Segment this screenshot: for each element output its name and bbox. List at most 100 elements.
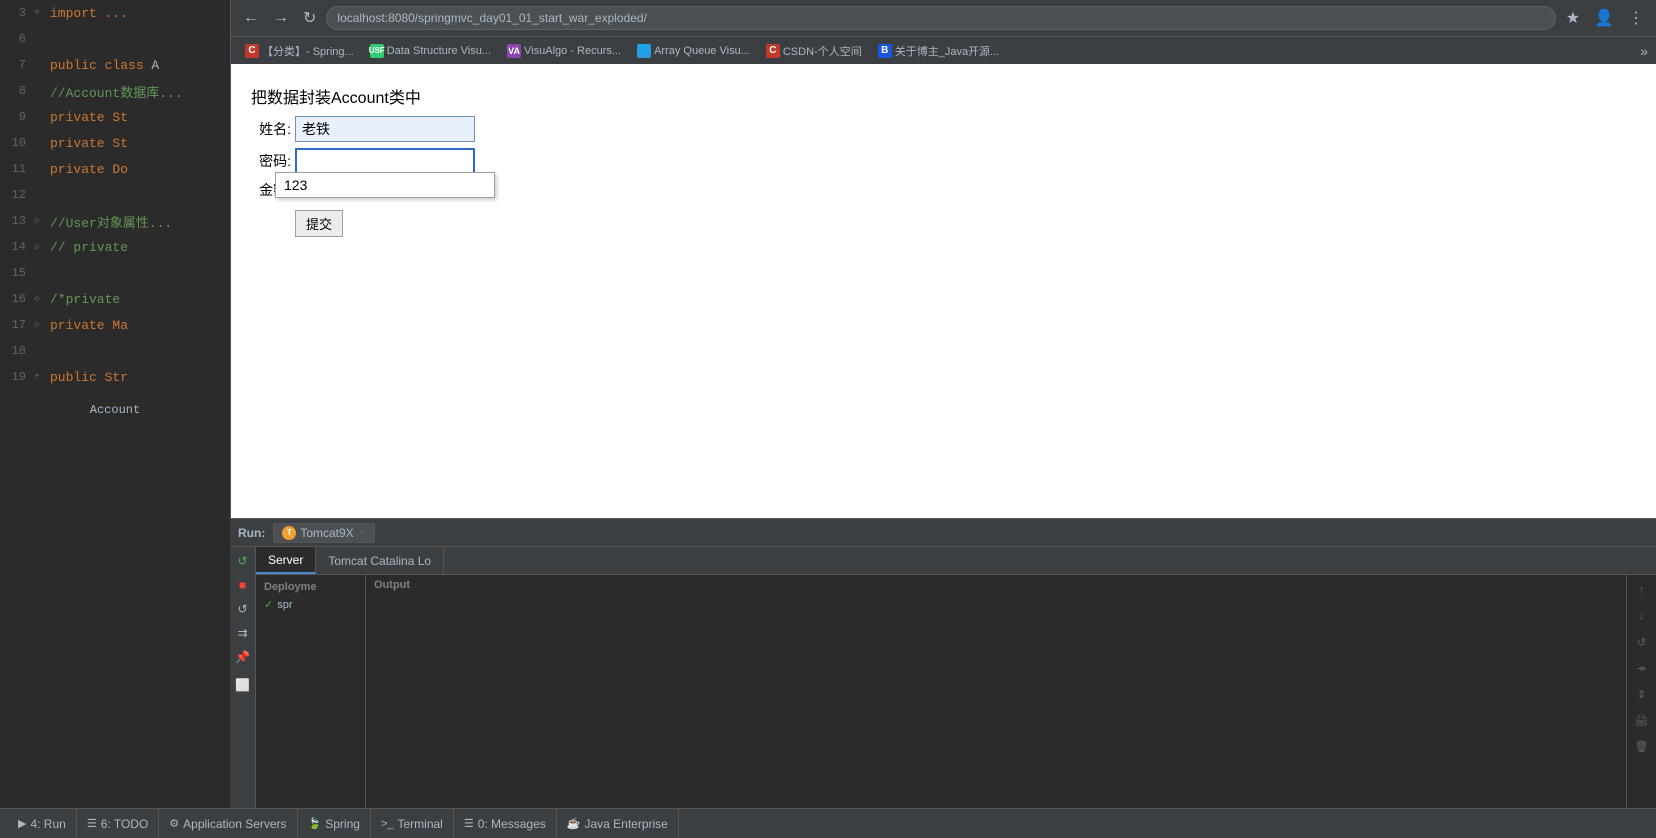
autocomplete-item[interactable]: 123	[276, 173, 494, 197]
deployment-header: Deployme	[256, 579, 365, 595]
bookmark-favicon-va: VA	[507, 44, 521, 58]
messages-icon: ☰	[464, 817, 474, 830]
forward-output-button[interactable]: ↠	[1631, 657, 1653, 679]
code-line-3: 3 + import ...	[0, 0, 230, 26]
forward-button[interactable]: →	[269, 7, 293, 29]
browser-content: 把数据封装Account类中 姓名: 密码:	[231, 64, 1656, 518]
code-line-7: 7 public class A	[0, 52, 230, 78]
line-number: 15	[4, 266, 34, 280]
code-text: private St	[50, 136, 128, 151]
line-number: 11	[4, 162, 34, 176]
run-header: Run: T Tomcat9X ×	[230, 519, 1656, 547]
line-number: 14	[4, 240, 34, 254]
account-label: Account	[0, 398, 230, 421]
tab-catalina[interactable]: Tomcat Catalina Lo	[316, 547, 444, 574]
run-tab-close-button[interactable]: ×	[360, 527, 366, 538]
line-number: 12	[4, 188, 34, 202]
browser-toolbar: ← → ↻ localhost:8080/springmvc_day01_01_…	[231, 0, 1656, 36]
more-button[interactable]: ⋮	[1624, 6, 1648, 30]
line-icon-expand[interactable]: +	[34, 8, 50, 19]
code-text: // private	[50, 240, 128, 255]
run-icon: ▶	[18, 817, 26, 830]
todo-icon: ☰	[87, 817, 97, 830]
code-line-17: 17 ◇ private Ma	[0, 312, 230, 338]
code-line-12: 12	[0, 182, 230, 208]
bookmark-ds[interactable]: USF Data Structure Visu...	[364, 42, 497, 60]
output-inner-toolbar: ↑ ↓ ↺ ↠ ⇕ 🖨 🗑	[1626, 575, 1656, 808]
run-body: ↺ ■ ↺ ⇉ 📌 ⬜ Server Tomcat Catalina Lo	[230, 547, 1656, 808]
output-header: Output	[366, 575, 1626, 595]
bookmark-array-queue[interactable]: 🌐 Array Queue Visu...	[631, 42, 756, 60]
status-tab-spring[interactable]: 🍃 Spring	[298, 809, 371, 838]
code-text: /*private	[50, 292, 120, 307]
form-password-label: 密码:	[251, 151, 291, 171]
status-tab-java[interactable]: ☕ Java Enterprise	[557, 809, 679, 838]
spring-icon: 🍃	[308, 817, 322, 830]
deployment-item[interactable]: ✓ spr	[256, 595, 365, 614]
form-password-input[interactable]	[295, 148, 475, 174]
status-tab-run[interactable]: ▶ 4: Run	[8, 809, 77, 838]
run-pin-button[interactable]: 📌	[233, 647, 253, 667]
run-left-toolbar: ↺ ■ ↺ ⇉ 📌 ⬜	[230, 547, 256, 808]
code-line-16: 16 ◇ /*private	[0, 286, 230, 312]
run-redeploy-button[interactable]: ↺	[233, 599, 253, 619]
run-restart-button[interactable]: ↺	[233, 551, 253, 571]
status-tab-todo[interactable]: ☰ 6: TODO	[77, 809, 159, 838]
code-line-10: 10 private St	[0, 130, 230, 156]
bookmarks-more-button[interactable]: »	[1640, 43, 1648, 59]
line-number: 18	[4, 344, 34, 358]
bookmark-csdn[interactable]: C CSDN-个人空间	[760, 41, 868, 61]
code-line-11: 11 private Do	[0, 156, 230, 182]
code-text: private Do	[50, 162, 128, 177]
code-text: public class A	[50, 58, 159, 73]
profile-button[interactable]: 👤	[1590, 6, 1618, 30]
line-number: 7	[4, 58, 34, 72]
bookmark-visualgo[interactable]: VA VisuAlgo - Recurs...	[501, 42, 627, 60]
print-button[interactable]: 🖨	[1631, 709, 1653, 731]
form-name-input[interactable]	[295, 116, 475, 142]
run-update-button[interactable]: ⬜	[233, 675, 253, 695]
tomcat-icon: T	[282, 526, 296, 540]
deployment-panel: Deployme ✓ spr	[256, 575, 366, 808]
line-number: 19	[4, 370, 34, 384]
line-number: 8	[4, 84, 34, 98]
code-line-18: 18	[0, 338, 230, 364]
line-number: 13	[4, 214, 34, 228]
run-stop-button[interactable]: ■	[233, 575, 253, 595]
line-number: 10	[4, 136, 34, 150]
bookmark-spring[interactable]: C 【分类】- Spring...	[239, 41, 360, 61]
bookmark-favicon-usf: USF	[370, 44, 384, 58]
reload-button[interactable]: ↺	[1631, 631, 1653, 653]
java-icon: ☕	[567, 817, 581, 830]
tab-server[interactable]: Server	[256, 547, 316, 574]
form-password-row: 密码:	[251, 148, 475, 174]
output-content	[366, 595, 1626, 808]
code-text: //Account数据库...	[50, 82, 183, 101]
form-name-row: 姓名:	[251, 116, 475, 142]
run-deploy-button[interactable]: ⇉	[233, 623, 253, 643]
line-number: 17	[4, 318, 34, 332]
status-tab-appservers[interactable]: ⚙ Application Servers	[159, 809, 297, 838]
run-tomcat-tab[interactable]: T Tomcat9X ×	[273, 523, 374, 543]
form-submit-button[interactable]: 提交	[295, 210, 343, 237]
code-line-14: 14 ◇ // private	[0, 234, 230, 260]
address-bar[interactable]: localhost:8080/springmvc_day01_01_start_…	[326, 6, 1555, 30]
appservers-icon: ⚙	[169, 817, 179, 830]
bookmark-favicon-b: B	[878, 44, 892, 58]
status-tab-messages[interactable]: ☰ 0: Messages	[454, 809, 557, 838]
back-button[interactable]: ←	[239, 7, 263, 29]
code-line-9: 9 private St	[0, 104, 230, 130]
status-tab-terminal[interactable]: >_ Terminal	[371, 809, 454, 838]
code-line-8: 8 //Account数据库...	[0, 78, 230, 104]
toggle-button[interactable]: ⇕	[1631, 683, 1653, 705]
clear-button[interactable]: 🗑	[1631, 735, 1653, 757]
code-text: private St	[50, 110, 128, 125]
bookmark-java[interactable]: B 关于博主_Java开源...	[872, 41, 1006, 61]
bookmarks-bar: C 【分类】- Spring... USF Data Structure Vis…	[231, 36, 1656, 64]
scroll-down-button[interactable]: ↓	[1631, 605, 1653, 627]
star-button[interactable]: ★	[1562, 6, 1584, 30]
line-number: 9	[4, 110, 34, 124]
scroll-up-button[interactable]: ↑	[1631, 579, 1653, 601]
refresh-button[interactable]: ↻	[299, 6, 320, 30]
autocomplete-dropdown: 123	[275, 172, 495, 198]
